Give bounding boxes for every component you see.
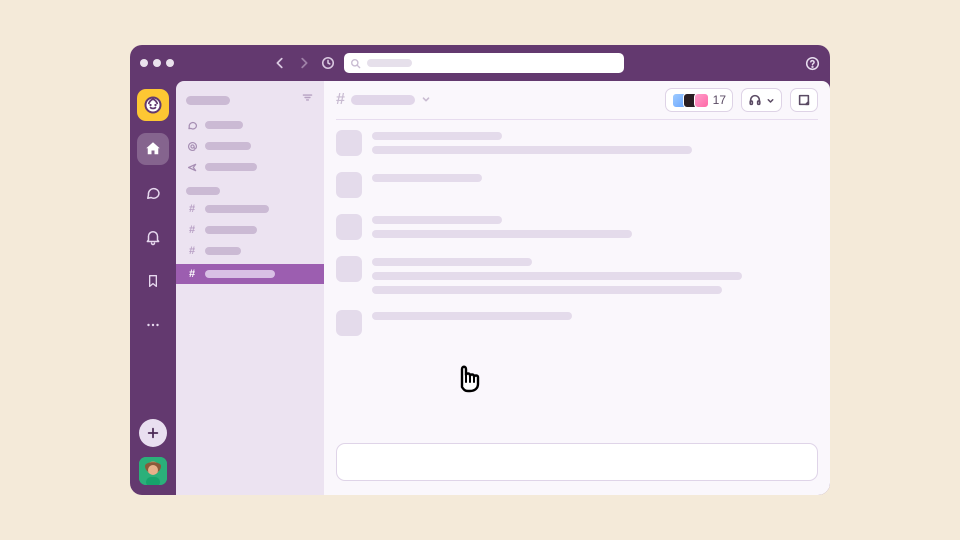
sidebar-item-label [205,163,257,171]
rail-activity[interactable] [137,221,169,253]
chat-icon [144,184,162,202]
message-item[interactable] [336,310,818,336]
message-avatar [336,172,362,198]
hash-icon: # [186,224,198,236]
sidebar-item-label [205,247,241,255]
hash-icon: # [186,268,198,280]
search-input[interactable] [344,53,624,73]
chevron-down-icon [766,96,775,105]
message-item[interactable] [336,130,818,156]
hash-icon: # [186,203,198,215]
rail-saved[interactable] [137,265,169,297]
canvas-icon [797,93,811,107]
main-pane: # 17 [324,81,830,495]
workspace-switcher[interactable] [137,89,169,121]
sidebar-nav-item[interactable] [176,138,324,154]
history-nav [272,55,336,71]
message-body [372,214,818,240]
sidebar-nav-list [176,117,324,175]
send-icon [186,162,198,173]
text-placeholder [372,174,482,182]
message-avatar [336,256,362,282]
member-avatars [672,93,709,108]
search-placeholder [367,59,412,67]
sidebar-nav-item[interactable] [176,159,324,175]
plus-icon [146,426,160,440]
channel-name[interactable] [351,95,415,105]
bookmark-icon [145,272,161,290]
message-item[interactable] [336,256,818,294]
message-body [372,172,818,198]
sidebar-item-label [205,226,257,234]
rail-more[interactable] [137,309,169,341]
sidebar-item-label [205,270,275,278]
workspace-icon [143,95,163,115]
sidebar-channel-item[interactable]: # [176,201,324,217]
sidebar-channel-item[interactable]: # [176,243,324,259]
home-icon [144,140,162,158]
sidebar: # # # # [176,81,324,495]
message-item[interactable] [336,214,818,240]
message-icon [186,120,198,131]
headphones-icon [748,93,762,107]
huddle-button[interactable] [741,88,782,112]
message-list[interactable] [324,124,830,433]
sidebar-channel-list: # # # # [176,201,324,284]
hash-icon: # [336,91,345,109]
mention-icon [186,141,198,152]
text-placeholder [372,312,572,320]
member-count: 17 [713,93,726,107]
message-composer[interactable] [336,443,818,481]
filter-icon [301,91,314,104]
message-avatar [336,310,362,336]
text-placeholder [372,258,532,266]
text-placeholder [372,272,742,280]
message-avatar [336,214,362,240]
message-item[interactable] [336,172,818,198]
bell-icon [144,228,162,246]
history-button[interactable] [320,55,336,71]
help-button[interactable] [804,55,820,71]
workspace-rail [130,81,176,495]
members-button[interactable]: 17 [665,88,733,112]
window-minimize[interactable] [153,59,161,67]
window-close[interactable] [140,59,148,67]
window-zoom[interactable] [166,59,174,67]
sidebar-item-label [205,142,251,150]
text-placeholder [372,286,722,294]
channel-header: # 17 [324,81,830,119]
text-placeholder [372,132,502,140]
sidebar-item-label [205,121,243,129]
channel-menu-caret[interactable] [421,91,431,109]
app-window: # # # # # 17 [130,45,830,495]
create-button[interactable] [139,419,167,447]
canvas-button[interactable] [790,88,818,112]
sidebar-nav-item[interactable] [176,117,324,133]
workspace-name [186,96,230,105]
forward-button[interactable] [296,55,312,71]
chevron-down-icon [421,94,431,104]
rail-home[interactable] [137,133,169,165]
sidebar-header[interactable] [176,89,324,117]
message-body [372,130,818,156]
text-placeholder [372,146,692,154]
back-button[interactable] [272,55,288,71]
rail-dms[interactable] [137,177,169,209]
sidebar-item-label [205,205,269,213]
channels-section-label[interactable] [176,185,324,197]
text-placeholder [372,216,502,224]
sidebar-channel-item[interactable]: # [176,264,324,284]
message-body [372,256,818,294]
sidebar-channel-item[interactable]: # [176,222,324,238]
message-avatar [336,130,362,156]
text-placeholder [372,230,632,238]
message-body [372,310,818,336]
hash-icon: # [186,245,198,257]
user-avatar[interactable] [139,457,167,485]
avatar-icon [139,457,167,485]
filter-button[interactable] [301,91,314,109]
titlebar [130,45,830,81]
more-icon [144,316,162,334]
window-controls [140,59,174,67]
